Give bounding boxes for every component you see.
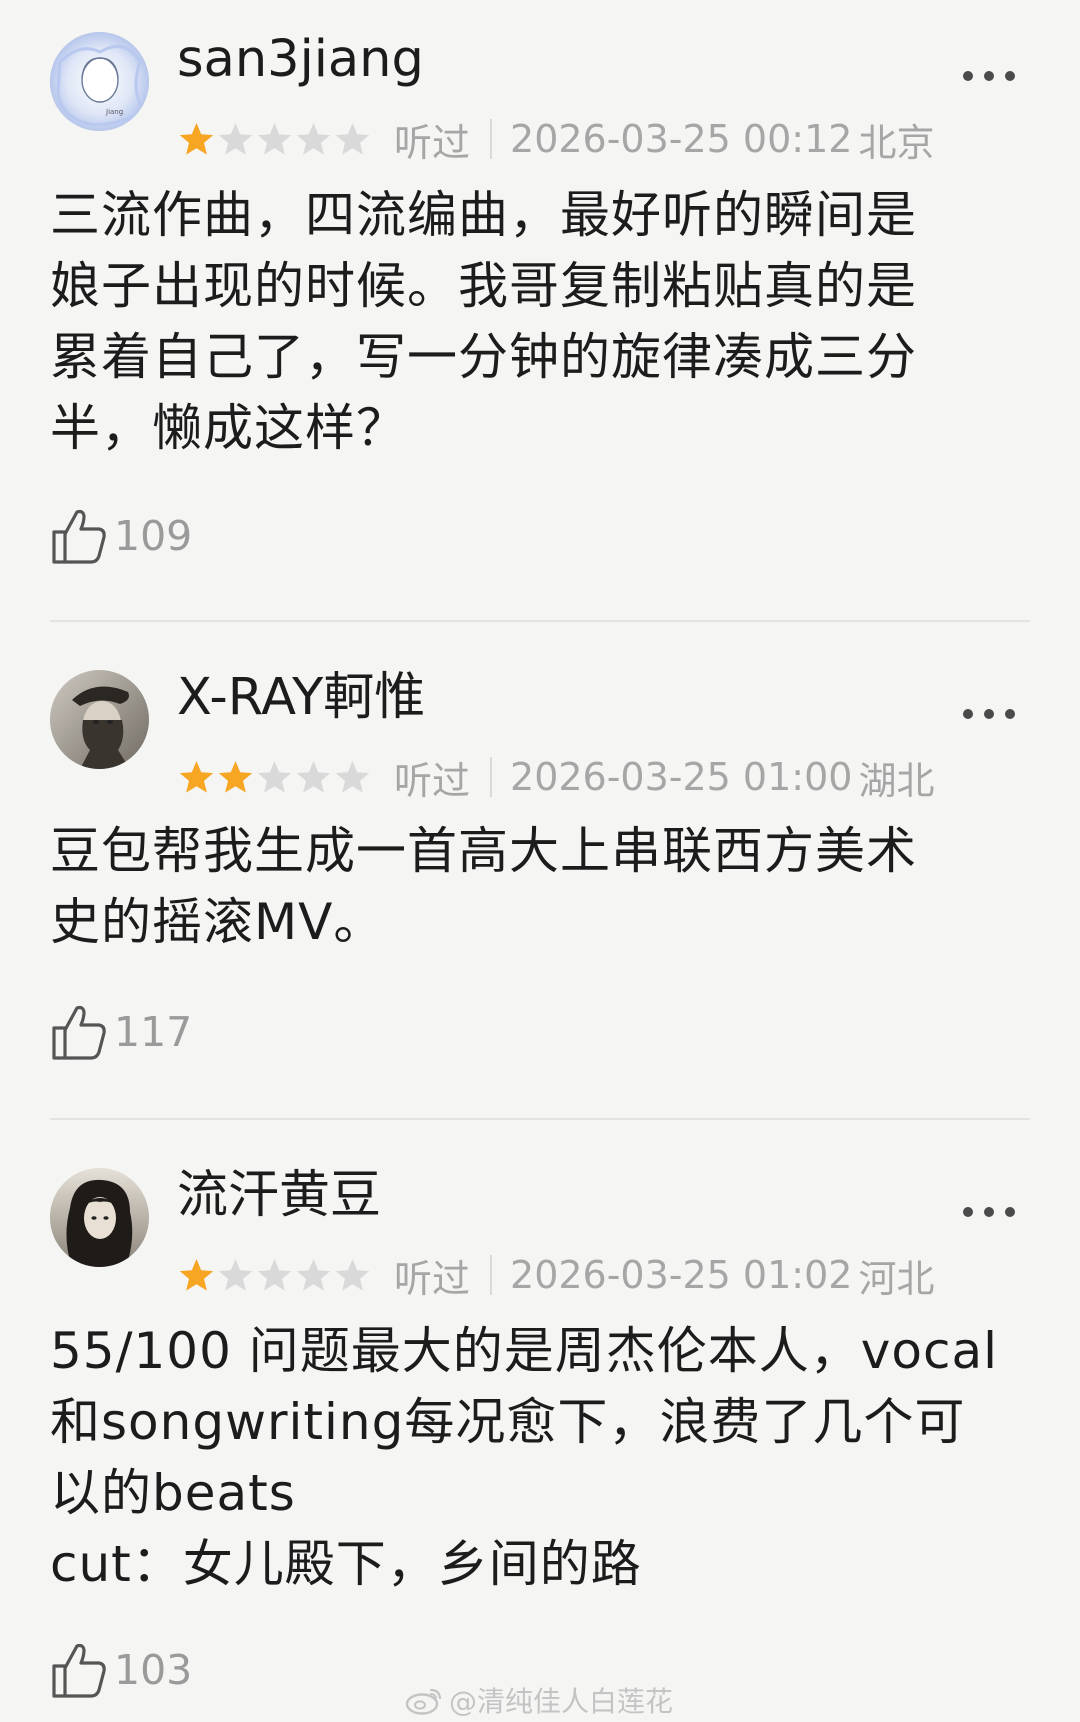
thumbs-up-icon bbox=[52, 1005, 106, 1060]
review-list: Jiang san3jiang 听过 2026-03-25 00:12 北京 三… bbox=[0, 0, 1080, 1722]
like-button[interactable]: 103 bbox=[50, 1640, 192, 1700]
avatar-image bbox=[50, 670, 149, 769]
star-empty-icon bbox=[218, 1258, 253, 1291]
timestamp: 2026-03-25 01:00 bbox=[510, 755, 853, 799]
svg-text:Jiang: Jiang bbox=[105, 108, 123, 116]
star-filled-icon bbox=[218, 760, 253, 793]
like-button[interactable]: 109 bbox=[50, 506, 192, 566]
review-content: 55/100 问题最大的是周杰伦本人，vocal 和songwriting每况愈… bbox=[50, 1316, 1035, 1600]
star-rating bbox=[177, 1256, 372, 1295]
content-line: 半，懒成这样？ bbox=[50, 399, 407, 457]
more-options-button[interactable] bbox=[963, 68, 1015, 84]
more-options-button[interactable] bbox=[963, 706, 1015, 722]
star-empty-icon bbox=[335, 1258, 370, 1291]
review-separator bbox=[50, 1118, 1030, 1120]
content-line: 三流作曲，四流编曲，最好听的瞬间是 bbox=[50, 186, 917, 244]
username[interactable]: 流汗黄豆 bbox=[177, 1166, 381, 1226]
star-empty-icon bbox=[257, 760, 292, 793]
review-meta: 听过 2026-03-25 01:02 河北 bbox=[177, 1250, 935, 1301]
avatar[interactable]: Jiang bbox=[50, 32, 149, 131]
review-content: 豆包帮我生成一首高大上串联西方美术 史的摇滚MV。 bbox=[50, 816, 1035, 958]
content-line: 以的beats bbox=[50, 1464, 296, 1522]
meta-divider bbox=[490, 1255, 493, 1295]
star-rating bbox=[177, 758, 372, 797]
avatar[interactable] bbox=[50, 670, 149, 769]
like-button[interactable]: 117 bbox=[50, 1002, 192, 1062]
star-empty-icon bbox=[296, 1258, 331, 1291]
username[interactable]: san3jiang bbox=[177, 30, 424, 90]
weibo-logo bbox=[405, 1688, 442, 1715]
star-empty-icon bbox=[335, 760, 370, 793]
more-dots-icon bbox=[963, 71, 973, 81]
avatar[interactable] bbox=[50, 1168, 149, 1267]
star-empty-icon bbox=[335, 122, 370, 155]
thumbs-up-icon bbox=[52, 1643, 106, 1698]
more-options-button[interactable] bbox=[963, 1204, 1015, 1220]
content-line: cut：女儿殿下，乡间的路 bbox=[50, 1535, 642, 1593]
like-count: 117 bbox=[114, 1008, 193, 1056]
review-separator bbox=[50, 620, 1030, 622]
star-rating bbox=[177, 120, 372, 159]
location: 北京 bbox=[858, 120, 935, 165]
star-filled-icon bbox=[179, 122, 214, 155]
location: 河北 bbox=[858, 1256, 935, 1301]
content-line: 娘子出现的时候。我哥复制粘贴真的是 bbox=[50, 257, 917, 315]
like-count: 103 bbox=[114, 1646, 193, 1694]
content-line: 豆包帮我生成一首高大上串联西方美术 bbox=[50, 822, 917, 880]
content-line: 累着自己了，写一分钟的旋律凑成三分 bbox=[50, 328, 917, 386]
watermark-text: @清纯佳人白莲花 bbox=[449, 1685, 674, 1718]
meta-divider bbox=[490, 119, 493, 159]
review-meta: 听过 2026-03-25 00:12 北京 bbox=[177, 114, 935, 165]
listened-label: 听过 bbox=[394, 120, 471, 165]
listened-label: 听过 bbox=[394, 1256, 471, 1301]
username[interactable]: X-RAY軻惟 bbox=[177, 668, 425, 728]
avatar-image: Jiang bbox=[50, 32, 149, 131]
meta-divider bbox=[490, 757, 493, 797]
star-filled-icon bbox=[179, 760, 214, 793]
star-empty-icon bbox=[296, 760, 331, 793]
watermark: @清纯佳人白莲花 bbox=[405, 1680, 673, 1720]
star-empty-icon bbox=[257, 122, 292, 155]
more-dots-icon bbox=[963, 709, 973, 719]
content-line: 史的摇滚MV。 bbox=[50, 893, 385, 951]
timestamp: 2026-03-25 01:02 bbox=[510, 1253, 853, 1297]
star-filled-icon bbox=[179, 1258, 214, 1291]
like-count: 109 bbox=[114, 512, 193, 560]
content-line: 55/100 问题最大的是周杰伦本人，vocal bbox=[50, 1322, 998, 1380]
review-meta: 听过 2026-03-25 01:00 湖北 bbox=[177, 752, 935, 803]
content-line: 和songwriting每况愈下，浪费了几个可 bbox=[50, 1393, 966, 1451]
timestamp: 2026-03-25 00:12 bbox=[510, 117, 853, 161]
listened-label: 听过 bbox=[394, 758, 471, 803]
thumbs-up-icon bbox=[52, 509, 106, 564]
star-empty-icon bbox=[218, 122, 253, 155]
star-empty-icon bbox=[296, 122, 331, 155]
more-dots-icon bbox=[963, 1207, 973, 1217]
star-empty-icon bbox=[257, 1258, 292, 1291]
location: 湖北 bbox=[858, 758, 935, 803]
avatar-image bbox=[50, 1168, 149, 1267]
review-content: 三流作曲，四流编曲，最好听的瞬间是 娘子出现的时候。我哥复制粘贴真的是 累着自己… bbox=[50, 180, 1035, 464]
